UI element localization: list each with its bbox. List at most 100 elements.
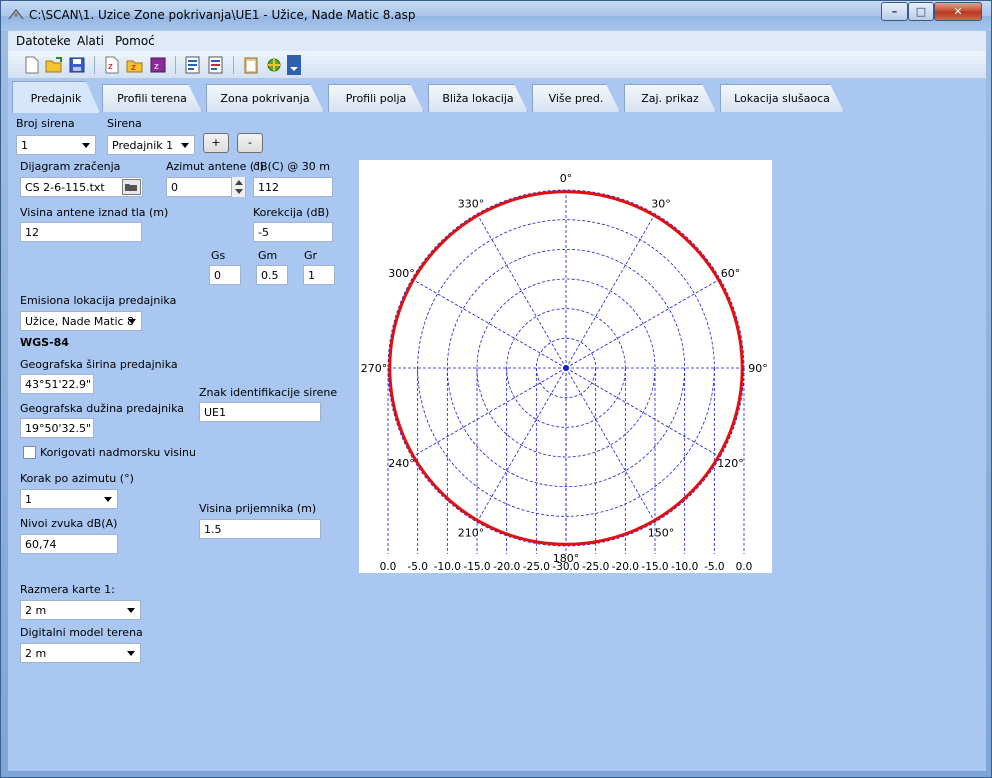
toolbar: z z z bbox=[8, 51, 986, 79]
save-icon[interactable] bbox=[67, 55, 87, 75]
korekcija-input[interactable]: -5 bbox=[253, 222, 333, 242]
angle-label: 30° bbox=[651, 197, 671, 210]
razmera-value: 2 m bbox=[25, 604, 47, 617]
word-export-icon[interactable] bbox=[206, 55, 226, 75]
sirena-value: Predajnik 1 bbox=[112, 139, 174, 152]
tab-profili-polja[interactable]: Profili polja bbox=[328, 84, 424, 112]
visina-prijemnika-input[interactable]: 1.5 bbox=[199, 519, 321, 539]
window-title: C:\SCAN\1. Uzice Zone pokrivanja\UE1 - U… bbox=[29, 8, 416, 22]
tab-predajnik[interactable]: Predajnik bbox=[12, 81, 100, 113]
db-input[interactable]: 112 bbox=[253, 177, 333, 197]
emisiona-value: Užice, Nade Matic 8 bbox=[25, 315, 135, 328]
radial-tick-label: -10.0 bbox=[671, 561, 698, 573]
gm-input[interactable]: 0.5 bbox=[256, 265, 288, 285]
new-icon[interactable] bbox=[22, 55, 42, 75]
korak-value: 1 bbox=[25, 493, 32, 506]
save-z-icon[interactable]: z bbox=[148, 55, 168, 75]
razmera-label: Razmera karte 1: bbox=[20, 583, 115, 596]
emisiona-select[interactable]: Užice, Nade Matic 8 bbox=[20, 311, 142, 331]
gs-input[interactable]: 0 bbox=[209, 265, 241, 285]
sirina-value: 43°51'22.9" bbox=[25, 378, 92, 391]
new-z-icon[interactable]: z bbox=[102, 55, 122, 75]
radial-tick-label: -10.0 bbox=[434, 561, 461, 573]
db-label: dB(C) @ 30 m bbox=[253, 160, 330, 173]
gr-label: Gr bbox=[304, 249, 318, 262]
korigovati-checkbox[interactable] bbox=[23, 446, 36, 459]
menu-pomoc[interactable]: Pomoć bbox=[115, 34, 155, 48]
duzina-input[interactable]: 19°50'32.5" bbox=[20, 418, 94, 438]
korak-select[interactable]: 1 bbox=[20, 489, 118, 509]
nivoi-value: 60,74 bbox=[25, 538, 57, 551]
korak-label: Korak po azimutu (°) bbox=[20, 472, 134, 485]
menu-datoteke[interactable]: Datoteke bbox=[16, 34, 71, 48]
maximize-icon: □ bbox=[915, 5, 927, 18]
nivoi-label: Nivoi zvuka dB(A) bbox=[20, 517, 118, 530]
angle-label: 330° bbox=[458, 197, 485, 210]
tab-bliza-lokacija[interactable]: Bliža lokacija bbox=[428, 84, 528, 112]
minimize-icon: – bbox=[891, 5, 898, 18]
add-sirena-button[interactable]: + bbox=[203, 133, 229, 153]
chevron-down-icon bbox=[127, 651, 135, 656]
angle-label: 150° bbox=[648, 527, 675, 540]
close-button[interactable]: ✕ bbox=[934, 2, 982, 21]
razmera-select[interactable]: 2 m bbox=[20, 600, 141, 620]
angle-label: 270° bbox=[361, 362, 388, 375]
tab-lokacija-slusaoca[interactable]: Lokacija slušaoca bbox=[720, 84, 844, 112]
minimize-button[interactable]: – bbox=[881, 2, 908, 21]
visina-antene-label: Visina antene iznad tla (m) bbox=[20, 206, 169, 219]
dmt-value: 2 m bbox=[25, 647, 47, 660]
duzina-label: Geografska dužina predajnika bbox=[20, 402, 185, 415]
tools-icon[interactable] bbox=[264, 55, 284, 75]
open-icon[interactable] bbox=[44, 55, 64, 75]
azimut-spinner[interactable] bbox=[231, 177, 245, 197]
angle-label: 0° bbox=[560, 172, 573, 185]
broj-sirena-select[interactable]: 1 bbox=[16, 135, 96, 155]
gs-label: Gs bbox=[211, 249, 226, 262]
more-icon[interactable] bbox=[287, 55, 301, 75]
title-bar[interactable]: C:\SCAN\1. Uzice Zone pokrivanja\UE1 - U… bbox=[1, 1, 991, 31]
dijagram-label: Dijagram zračenja bbox=[20, 160, 121, 173]
duzina-value: 19°50'32.5" bbox=[25, 422, 92, 435]
znak-input[interactable]: UE1 bbox=[199, 402, 321, 422]
tab-profili-terena[interactable]: Profili terena bbox=[102, 84, 202, 112]
app-window: C:\SCAN\1. Uzice Zone pokrivanja\UE1 - U… bbox=[0, 0, 992, 778]
spin-down-icon[interactable] bbox=[235, 189, 243, 194]
gr-input[interactable]: 1 bbox=[303, 265, 335, 285]
maximize-button[interactable]: □ bbox=[908, 2, 934, 21]
znak-value: UE1 bbox=[204, 406, 226, 419]
menu-alati[interactable]: Alati bbox=[77, 34, 104, 48]
tab-zaj-prikaz[interactable]: Zaj. prikaz bbox=[624, 84, 716, 112]
open-z-icon[interactable]: z bbox=[125, 55, 145, 75]
nivoi-input[interactable]: 60,74 bbox=[20, 534, 118, 554]
radial-tick-label: -15.0 bbox=[463, 561, 490, 573]
angle-label: 90° bbox=[748, 362, 768, 375]
dijagram-value: CS 2-6-115.txt bbox=[25, 181, 105, 194]
spin-up-icon[interactable] bbox=[235, 180, 243, 185]
emisiona-label: Emisiona lokacija predajnika bbox=[20, 294, 177, 307]
clipboard-icon[interactable] bbox=[241, 55, 261, 75]
chevron-down-icon bbox=[82, 143, 90, 148]
sirena-select[interactable]: Predajnik 1 bbox=[107, 135, 195, 155]
wgs-label: WGS-84 bbox=[20, 336, 69, 349]
folder-open-icon[interactable] bbox=[122, 179, 141, 195]
azimut-label: Azimut antene (°) bbox=[166, 160, 264, 173]
svg-text:z: z bbox=[131, 63, 136, 73]
visina-antene-value: 12 bbox=[25, 226, 39, 239]
angle-label: 240° bbox=[388, 457, 415, 470]
close-icon: ✕ bbox=[953, 5, 963, 18]
remove-sirena-button[interactable]: - bbox=[237, 133, 263, 153]
gs-value: 0 bbox=[214, 269, 221, 282]
angle-label: 60° bbox=[721, 267, 741, 280]
radial-tick-label: -30.0 bbox=[552, 561, 579, 573]
angle-label: 210° bbox=[458, 527, 485, 540]
visina-antene-input[interactable]: 12 bbox=[20, 222, 142, 242]
tab-zona-pokrivanja[interactable]: Zona pokrivanja bbox=[206, 84, 324, 112]
tab-vise-pred[interactable]: Više pred. bbox=[532, 84, 620, 112]
sirina-input[interactable]: 43°51'22.9" bbox=[20, 374, 94, 394]
word-icon[interactable] bbox=[183, 55, 203, 75]
toolbar-separator bbox=[233, 56, 234, 74]
chevron-down-icon bbox=[104, 497, 112, 502]
visina-prijemnika-label: Visina prijemnika (m) bbox=[199, 502, 317, 515]
dmt-select[interactable]: 2 m bbox=[20, 643, 141, 663]
menu-bar: Datoteke Alati Pomoć bbox=[8, 31, 986, 51]
